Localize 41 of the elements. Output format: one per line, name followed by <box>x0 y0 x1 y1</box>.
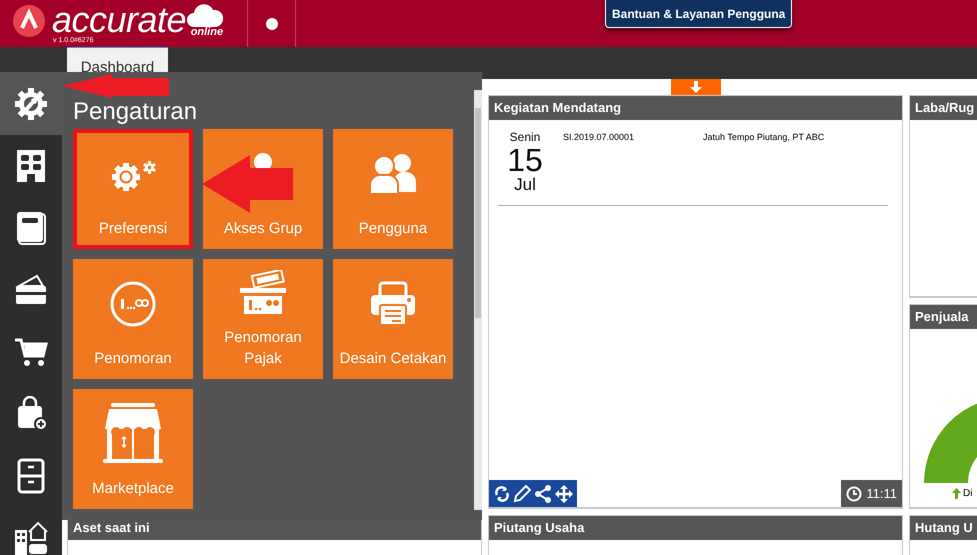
help-button[interactable]: Bantuan & Layanan Pengguna <box>605 0 792 28</box>
logo-text: accurate <box>52 4 186 35</box>
widget-title: Hutang U <box>910 516 977 540</box>
menu-tile[interactable]: Preferensi <box>73 129 193 249</box>
storefront-icon <box>103 402 163 464</box>
collapse-button[interactable] <box>671 79 721 95</box>
invoice-number: SI.2019.07.00001 <box>563 131 636 144</box>
logo-icon <box>12 4 46 38</box>
move-icon[interactable] <box>554 484 572 502</box>
printer-icon <box>370 280 416 326</box>
menu-tile[interactable]: Desain Cetakan <box>333 259 453 379</box>
users-icon <box>368 152 418 196</box>
menu-tile[interactable]: Marketplace <box>73 389 193 509</box>
widget-title: Penjuala <box>910 305 977 329</box>
menu-tile[interactable]: Penomoran <box>73 259 193 379</box>
settings-icon <box>13 86 49 122</box>
updated-time: 11:11 <box>841 480 902 507</box>
share-icon[interactable] <box>534 484 552 502</box>
weekday: Senin <box>510 130 540 144</box>
month: Jul <box>514 176 536 194</box>
widget-title: Laba/Rug <box>910 96 977 120</box>
dot-icon <box>266 18 278 30</box>
widget-title: Kegiatan Mendatang <box>489 96 902 120</box>
up-arrow-icon <box>952 488 961 499</box>
gauge-caption: Di <box>963 488 972 499</box>
scrollbar[interactable] <box>474 90 482 510</box>
refresh-icon[interactable] <box>494 486 510 502</box>
clock-icon <box>846 486 862 502</box>
edit-icon[interactable] <box>512 484 530 502</box>
cloud-icon <box>187 4 224 27</box>
down-arrow-icon <box>690 81 702 93</box>
sidebar-item[interactable] <box>0 72 62 135</box>
day-number: 15 <box>507 144 543 176</box>
widget-title: Piutang Usaha <box>489 516 902 540</box>
menu-tile[interactable]: Pengguna <box>333 129 453 249</box>
menu-tile[interactable]: Penomoran Pajak <box>203 259 323 379</box>
event-description: Jatuh Tempo Piutang, PT ABC <box>703 131 824 144</box>
numbered-circle-icon <box>109 280 157 328</box>
tax-ticket-icon <box>239 270 287 316</box>
logo-suffix: online <box>190 27 224 38</box>
menu-title: Pengaturan <box>73 99 198 125</box>
